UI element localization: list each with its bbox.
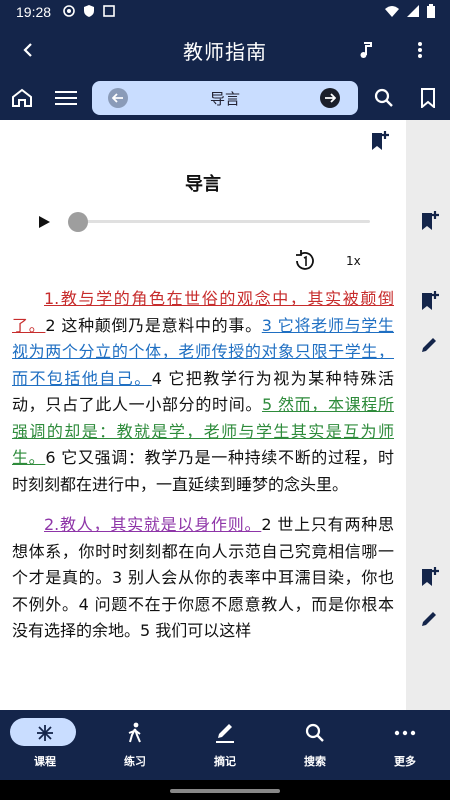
toolbar: 导言 xyxy=(0,76,450,120)
page-title: 教师指南 xyxy=(183,40,267,64)
more-icon xyxy=(394,730,416,736)
home-button[interactable] xyxy=(8,84,36,112)
paragraph-1: 1.教与学的角色在世俗的观念中，其实被颠倒了。2 这种颠倒乃是意料中的事。3 它… xyxy=(12,286,394,498)
playback-speed-button[interactable]: 1x xyxy=(346,254,361,268)
chapter-nav-label[interactable]: 导言 xyxy=(132,88,318,109)
audio-progress-knob[interactable] xyxy=(68,212,88,232)
nav-label: 练习 xyxy=(124,755,146,768)
app-bar: 教师指南 xyxy=(0,24,450,76)
audio-progress-track[interactable] xyxy=(72,220,370,223)
menu-icon xyxy=(55,91,77,105)
nav-item-course[interactable]: 课程 xyxy=(0,710,90,780)
arrow-left-icon xyxy=(112,93,123,103)
bookmark-icon xyxy=(421,88,435,108)
replay-icon xyxy=(296,250,314,270)
menu-button[interactable] xyxy=(52,84,80,112)
nav-label: 摘记 xyxy=(214,755,236,768)
bookmark-add-icon[interactable] xyxy=(420,566,440,588)
walk-icon xyxy=(128,722,141,743)
arrow-right-icon xyxy=(325,93,336,103)
bookmark-add-icon[interactable] xyxy=(370,130,390,152)
more-vert-icon xyxy=(418,42,422,58)
search-icon xyxy=(305,723,324,742)
lesson-body: 1.教与学的角色在世俗的观念中，其实被颠倒了。2 这种颠倒乃是意料中的事。3 它… xyxy=(12,286,394,645)
bookmark-button[interactable] xyxy=(414,84,442,112)
status-bar: 19:28 xyxy=(0,0,450,24)
signal-icon xyxy=(407,5,419,17)
prev-chapter-button[interactable] xyxy=(108,88,128,108)
reading-content[interactable]: 导言 1x 1.教与学的角色在世俗的观念中，其实被颠倒了。2 这种颠倒乃是意料中… xyxy=(0,120,406,710)
status-time: 19:28 xyxy=(16,4,52,20)
sentence[interactable]: 6 它又强调：教学乃是一种持续不断的过程，时时刻刻都在进行中，一直延续到睡梦的念… xyxy=(12,448,394,494)
search-button[interactable] xyxy=(370,84,398,112)
search-icon xyxy=(374,88,393,107)
system-navigation-bar xyxy=(0,780,450,800)
replay-button[interactable] xyxy=(292,248,320,276)
sentence-highlight-purple[interactable]: 2.教人，其实就是以身作则。 xyxy=(44,515,261,534)
play-icon xyxy=(39,216,50,228)
chapter-nav-pill: 导言 xyxy=(92,81,358,115)
music-note-icon xyxy=(360,42,372,58)
screen-icon xyxy=(103,5,115,17)
pencil-icon[interactable] xyxy=(420,610,438,628)
gesture-handle[interactable] xyxy=(170,789,280,793)
nav-label: 课程 xyxy=(34,755,56,768)
bookmark-add-icon[interactable] xyxy=(420,210,440,232)
home-icon xyxy=(12,88,32,107)
lesson-title: 导言 xyxy=(185,174,221,195)
nav-item-notes[interactable]: 摘记 xyxy=(180,710,270,780)
shield-icon xyxy=(84,5,94,17)
sentence[interactable]: 2 这种颠倒乃是意料中的事。 xyxy=(45,316,261,335)
music-button[interactable] xyxy=(352,36,380,64)
nav-item-search[interactable]: 搜索 xyxy=(270,710,360,780)
sync-icon xyxy=(63,5,75,17)
next-chapter-button[interactable] xyxy=(320,88,340,108)
nav-item-practice[interactable]: 练习 xyxy=(90,710,180,780)
nav-label: 搜索 xyxy=(304,755,326,768)
nav-item-more[interactable]: 更多 xyxy=(360,710,450,780)
note-icon xyxy=(216,724,234,743)
bottom-navigation: 课程 练习 摘记 搜索 更多 xyxy=(0,710,450,780)
bookmark-add-icon[interactable] xyxy=(420,290,440,312)
paragraph-2: 2.教人，其实就是以身作则。2 世上只有两种思想体系，你时时刻刻都在向人示范自己… xyxy=(12,512,394,645)
wifi-icon xyxy=(385,6,399,17)
play-button[interactable] xyxy=(34,212,54,232)
annotation-sidebar xyxy=(406,120,450,710)
overflow-menu-button[interactable] xyxy=(406,36,434,64)
pencil-icon[interactable] xyxy=(420,336,438,354)
nav-label: 更多 xyxy=(394,755,416,768)
course-icon xyxy=(37,725,53,741)
battery-icon xyxy=(427,4,435,18)
